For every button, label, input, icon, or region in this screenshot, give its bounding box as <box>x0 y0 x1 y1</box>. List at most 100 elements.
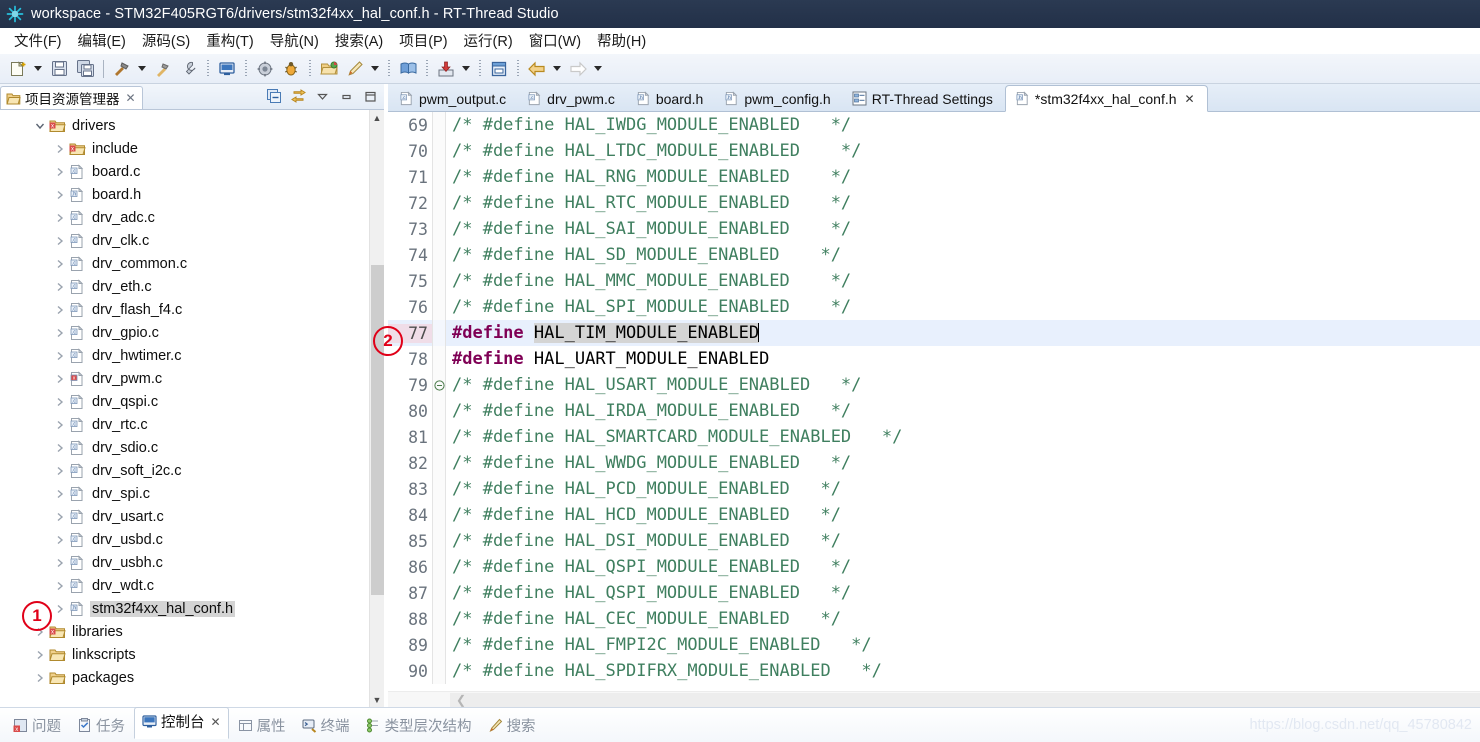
menu-run[interactable]: 运行(R) <box>456 28 521 53</box>
book-icon[interactable] <box>396 57 420 81</box>
editor-tab[interactable]: .h board.h <box>627 86 715 111</box>
tree-item[interactable]: .h board.h <box>0 183 384 206</box>
menu-help[interactable]: 帮助(H) <box>589 28 654 53</box>
tree-item[interactable]: packages <box>0 666 384 689</box>
import-dropdown[interactable] <box>459 58 472 80</box>
scroll-left-arrow-icon[interactable]: ❮ <box>454 692 468 707</box>
tree-item[interactable]: .c drv_spi.c <box>0 482 384 505</box>
save-all-button[interactable] <box>73 57 97 81</box>
chevron-right-icon[interactable] <box>52 535 68 545</box>
code-line[interactable]: 74 /* #define HAL_SD_MODULE_ENABLED */ <box>388 242 1480 268</box>
code-line[interactable]: 90 /* #define HAL_SPDIFRX_MODULE_ENABLED … <box>388 658 1480 684</box>
explorer-vertical-scrollbar[interactable]: ▲ ▼ <box>369 110 384 707</box>
editor-tab-active[interactable]: .h *stm32f4xx_hal_conf.h ✕ <box>1004 85 1208 112</box>
tree-item[interactable]: .c drv_sdio.c <box>0 436 384 459</box>
menu-search[interactable]: 搜索(A) <box>327 28 391 53</box>
back-dropdown[interactable] <box>550 58 563 80</box>
code-line[interactable]: 77 #define HAL_TIM_MODULE_ENABLED <box>388 320 1480 346</box>
code-line[interactable]: 78 #define HAL_UART_MODULE_ENABLED <box>388 346 1480 372</box>
code-line[interactable]: 72 /* #define HAL_RTC_MODULE_ENABLED */ <box>388 190 1480 216</box>
chevron-right-icon[interactable] <box>52 167 68 177</box>
chevron-right-icon[interactable] <box>52 420 68 430</box>
code-line[interactable]: 73 /* #define HAL_SAI_MODULE_ENABLED */ <box>388 216 1480 242</box>
menu-file[interactable]: 文件(F) <box>6 28 70 53</box>
editor-tab[interactable]: .c pwm_output.c <box>390 86 518 111</box>
menu-window[interactable]: 窗口(W) <box>521 28 589 53</box>
tree-item[interactable]: .c drv_adc.c <box>0 206 384 229</box>
tree-item[interactable]: .c drv_gpio.c <box>0 321 384 344</box>
chevron-right-icon[interactable] <box>52 328 68 338</box>
code-line[interactable]: 75 /* #define HAL_MMC_MODULE_ENABLED */ <box>388 268 1480 294</box>
tree-item[interactable]: .c drv_flash_f4.c <box>0 298 384 321</box>
tree-item[interactable]: x drv_pwm.c <box>0 367 384 390</box>
code-line[interactable]: 70 /* #define HAL_LTDC_MODULE_ENABLED */ <box>388 138 1480 164</box>
maximize-icon[interactable] <box>362 89 378 105</box>
tree-item[interactable]: .c drv_eth.c <box>0 275 384 298</box>
chevron-right-icon[interactable] <box>52 374 68 384</box>
chevron-right-icon[interactable] <box>52 443 68 453</box>
editor-tab[interactable]: .c drv_pwm.c <box>518 86 627 111</box>
chevron-right-icon[interactable] <box>52 581 68 591</box>
chevron-right-icon[interactable] <box>52 558 68 568</box>
pen-icon[interactable] <box>343 57 367 81</box>
code-line[interactable]: 71 /* #define HAL_RNG_MODULE_ENABLED */ <box>388 164 1480 190</box>
bottom-tab[interactable]: 搜索 <box>481 712 543 739</box>
code-editor[interactable]: 69 /* #define HAL_IWDG_MODULE_ENABLED */ 7… <box>388 112 1480 707</box>
bottom-tab-active[interactable]: 控制台 ✕ <box>134 707 229 739</box>
wrench-icon[interactable] <box>177 57 201 81</box>
chevron-right-icon[interactable] <box>52 259 68 269</box>
import-icon[interactable] <box>434 57 458 81</box>
chevron-right-icon[interactable] <box>52 512 68 522</box>
code-line[interactable]: 88 /* #define HAL_CEC_MODULE_ENABLED */ <box>388 606 1480 632</box>
clean-button[interactable] <box>151 57 175 81</box>
tree-item[interactable]: .c drv_qspi.c <box>0 390 384 413</box>
tree-item-selected[interactable]: .h stm32f4xx_hal_conf.h <box>0 597 384 620</box>
close-icon[interactable]: ✕ <box>1185 92 1195 106</box>
collapse-all-icon[interactable] <box>266 89 282 105</box>
tree-item[interactable]: x drivers <box>0 114 384 137</box>
scroll-down-arrow-icon[interactable]: ▼ <box>370 692 384 707</box>
tree-item[interactable]: .c drv_clk.c <box>0 229 384 252</box>
arrow-left-icon[interactable] <box>525 57 549 81</box>
chevron-right-icon[interactable] <box>52 604 68 614</box>
tree-item[interactable]: .c drv_wdt.c <box>0 574 384 597</box>
code-line[interactable]: 82 /* #define HAL_WWDG_MODULE_ENABLED */ <box>388 450 1480 476</box>
close-icon[interactable]: ✕ <box>126 91 136 105</box>
bottom-tab[interactable]: 属性 <box>231 712 293 739</box>
code-line[interactable]: 76 /* #define HAL_SPI_MODULE_ENABLED */ <box>388 294 1480 320</box>
chevron-right-icon[interactable] <box>52 466 68 476</box>
tree-item[interactable]: .c drv_usbh.c <box>0 551 384 574</box>
minimize-icon[interactable] <box>338 89 354 105</box>
chevron-right-icon[interactable] <box>52 282 68 292</box>
code-line[interactable]: 79 /* #define HAL_USART_MODULE_ENABLED */ <box>388 372 1480 398</box>
code-line[interactable]: 86 /* #define HAL_QSPI_MODULE_ENABLED */ <box>388 554 1480 580</box>
menu-refactor[interactable]: 重构(T) <box>198 28 262 53</box>
fold-collapse-icon[interactable] <box>432 372 446 398</box>
bottom-tab[interactable]: 类型层次结构 <box>359 712 479 739</box>
drawer-icon[interactable] <box>487 57 511 81</box>
chevron-right-icon[interactable] <box>52 236 68 246</box>
code-line[interactable]: 85 /* #define HAL_DSI_MODULE_ENABLED */ <box>388 528 1480 554</box>
bottom-tab[interactable]: x 问题 <box>6 712 68 739</box>
menu-source[interactable]: 源码(S) <box>134 28 198 53</box>
gear-icon[interactable] <box>253 57 277 81</box>
link-editor-icon[interactable] <box>290 89 306 105</box>
code-line[interactable]: 87 /* #define HAL_QSPI_MODULE_ENABLED */ <box>388 580 1480 606</box>
code-line[interactable]: 89 /* #define HAL_FMPI2C_MODULE_ENABLED *… <box>388 632 1480 658</box>
open-folder-icon[interactable] <box>317 57 341 81</box>
menu-navigate[interactable]: 导航(N) <box>262 28 327 53</box>
tree-item[interactable]: .c drv_hwtimer.c <box>0 344 384 367</box>
chevron-right-icon[interactable] <box>52 190 68 200</box>
new-file-button[interactable] <box>6 57 30 81</box>
tree-item[interactable]: .c drv_usart.c <box>0 505 384 528</box>
editor-tab[interactable]: RT-Thread Settings <box>843 86 1005 111</box>
code-line[interactable]: 69 /* #define HAL_IWDG_MODULE_ENABLED */ <box>388 112 1480 138</box>
chevron-right-icon[interactable] <box>52 305 68 315</box>
code-line[interactable]: 80 /* #define HAL_IRDA_MODULE_ENABLED */ <box>388 398 1480 424</box>
scrollbar-thumb[interactable] <box>371 265 384 595</box>
code-line[interactable]: 81 /* #define HAL_SMARTCARD_MODULE_ENABLE… <box>388 424 1480 450</box>
save-button[interactable] <box>47 57 71 81</box>
arrow-right-icon[interactable] <box>566 57 590 81</box>
bug-icon[interactable] <box>279 57 303 81</box>
chevron-right-icon[interactable] <box>52 397 68 407</box>
